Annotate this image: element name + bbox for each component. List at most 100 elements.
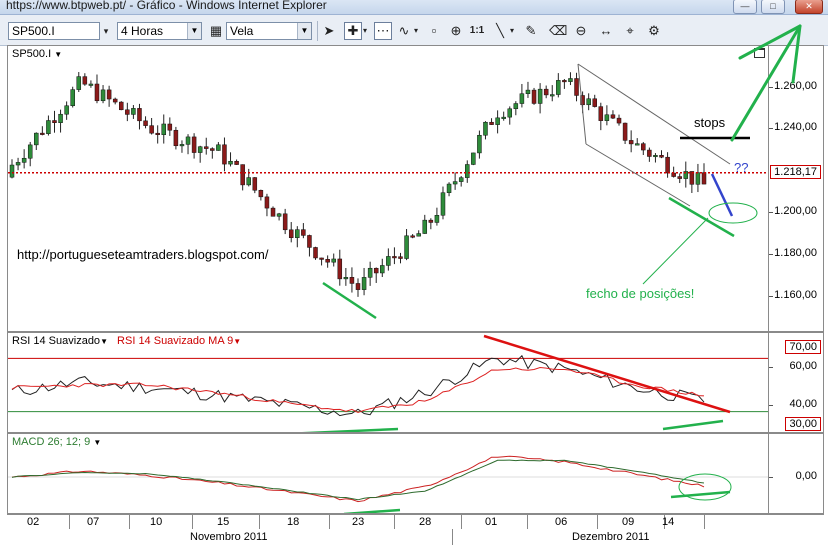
crosshair-tool-icon[interactable]: ✚ [344,22,362,40]
eraser-icon[interactable]: ⌫ [549,23,567,39]
candle-body [495,117,500,125]
candle-body [325,259,330,263]
rsi-level-high: 70,00 [785,340,821,354]
candle-body [428,219,434,223]
compare-tool-icon[interactable]: ▫ [426,23,442,39]
fit-icon[interactable]: ⌖ [622,23,638,39]
month-separator [452,529,453,545]
rsi-scale: 70,00 60,00 40,00 30,00 [769,332,824,433]
day-separator [329,515,330,529]
day-separator [69,515,70,529]
candle-body [185,136,191,145]
candle-body [21,157,27,163]
crosshair-dropdown-icon[interactable]: ▾ [361,23,369,39]
macd-panel: MACD 26; 12; 9 ▼ [7,433,769,514]
maximize-icon: □ [770,1,776,11]
candle-body [64,105,69,115]
candle-body [76,76,82,90]
candle-body [197,146,203,153]
candle-body [574,78,579,96]
pointer-tool-icon[interactable]: ➤ [321,23,337,39]
chart-type-select[interactable]: Vela ▼ [226,22,312,40]
candle-body [695,172,701,185]
candle-body [483,121,488,136]
price-tick: 1.260,00 [774,80,817,92]
scroll-icon[interactable]: ↔ [598,23,614,39]
candle-body [392,256,397,259]
macd-panel-label[interactable]: MACD 26; 12; 9 ▼ [12,436,101,448]
candle-body [501,116,506,119]
candle-body [40,132,45,135]
rsi-ma-label: RSI 14 Suavizado MA 9 [117,335,234,347]
candle-body [489,121,494,125]
window-titlebar: https://www.btpweb.pt/ - Gráfico - Windo… [0,0,828,15]
candle-body [119,101,124,111]
zoom-in-icon[interactable]: ⊕ [448,23,464,39]
candle-body [410,235,415,238]
price-tick: 1.200,00 [774,205,817,217]
symbol-dropdown-icon[interactable]: ▾ [101,23,111,39]
candle-body [562,80,567,83]
indicator-dropdown-icon[interactable]: ▾ [412,23,420,39]
candle-body [543,88,549,96]
candle-body [653,155,658,158]
green-support-line [322,281,377,320]
candle-body [355,283,361,290]
candle-body [422,219,428,234]
price-panel-label[interactable]: SP500.I ▼ [12,48,62,60]
settings-icon[interactable]: ⚙ [646,23,662,39]
line-tool-icon[interactable]: ╲ [492,23,508,39]
candle-body [216,144,221,151]
close-icon: ✕ [805,1,813,11]
timeframe-select[interactable]: 4 Horas ▼ [117,22,202,40]
day-tick-label: 09 [622,516,635,528]
day-tick-label: 15 [217,516,230,528]
ratio-button[interactable]: 1:1 [468,23,486,39]
zoom-out-icon[interactable]: ⊖ [573,23,589,39]
candle-body [434,215,440,223]
candle-body [155,132,160,135]
draw-tool-icon[interactable]: ✎ [523,23,539,39]
current-price-tag: 1.218,17 [770,165,821,179]
candle-body [252,177,258,191]
price-tick: 1.180,00 [774,247,817,259]
rsi-red-trendline [483,334,731,414]
candle-body [27,144,33,159]
time-axis: 02 07 10 15 18 23 28 01 06 09 14 Novembro 2011 Dez… [7,514,824,545]
candle-body [519,93,525,104]
candle-body [343,277,349,280]
candle-body [46,120,51,134]
minimize-button[interactable]: — [733,0,757,14]
line-dropdown-icon[interactable]: ▾ [508,23,516,39]
macd-tick: 0,00 [795,470,817,482]
candle-body [270,207,276,217]
candle-body [471,152,476,165]
candle-body [112,98,118,103]
candle-body [349,277,355,284]
price-tick: 1.160,00 [774,289,817,301]
indicator-tool-icon[interactable]: ∿ [396,23,412,39]
day-separator [129,515,130,529]
symbol-input[interactable]: SP500.I [8,22,100,40]
candle-body [161,123,167,135]
candle-body [440,192,446,216]
rsi-panel: RSI 14 Suavizado▼ RSI 14 Suavizado MA 9▼ [7,332,769,433]
day-tick-label: 14 [662,516,675,528]
candle-body [380,265,385,274]
candle-body [258,190,264,198]
exit-annotation: fecho de posições! [586,286,695,301]
candle-body [701,172,707,185]
candle-body [131,108,136,115]
candle-body [125,109,130,115]
close-button[interactable]: ✕ [795,0,823,14]
candle-body [210,148,215,151]
grid-tool-icon[interactable]: ⋯ [374,22,392,40]
maximize-button[interactable]: □ [761,0,785,14]
candle-body [458,177,464,182]
candle-body [288,229,294,238]
rsi-panel-label[interactable]: RSI 14 Suavizado▼ RSI 14 Suavizado MA 9▼ [12,335,241,347]
candle-body [549,94,555,97]
candle-body [610,114,616,119]
rsi-line [11,354,705,417]
month-label: Dezembro 2011 [572,531,650,543]
